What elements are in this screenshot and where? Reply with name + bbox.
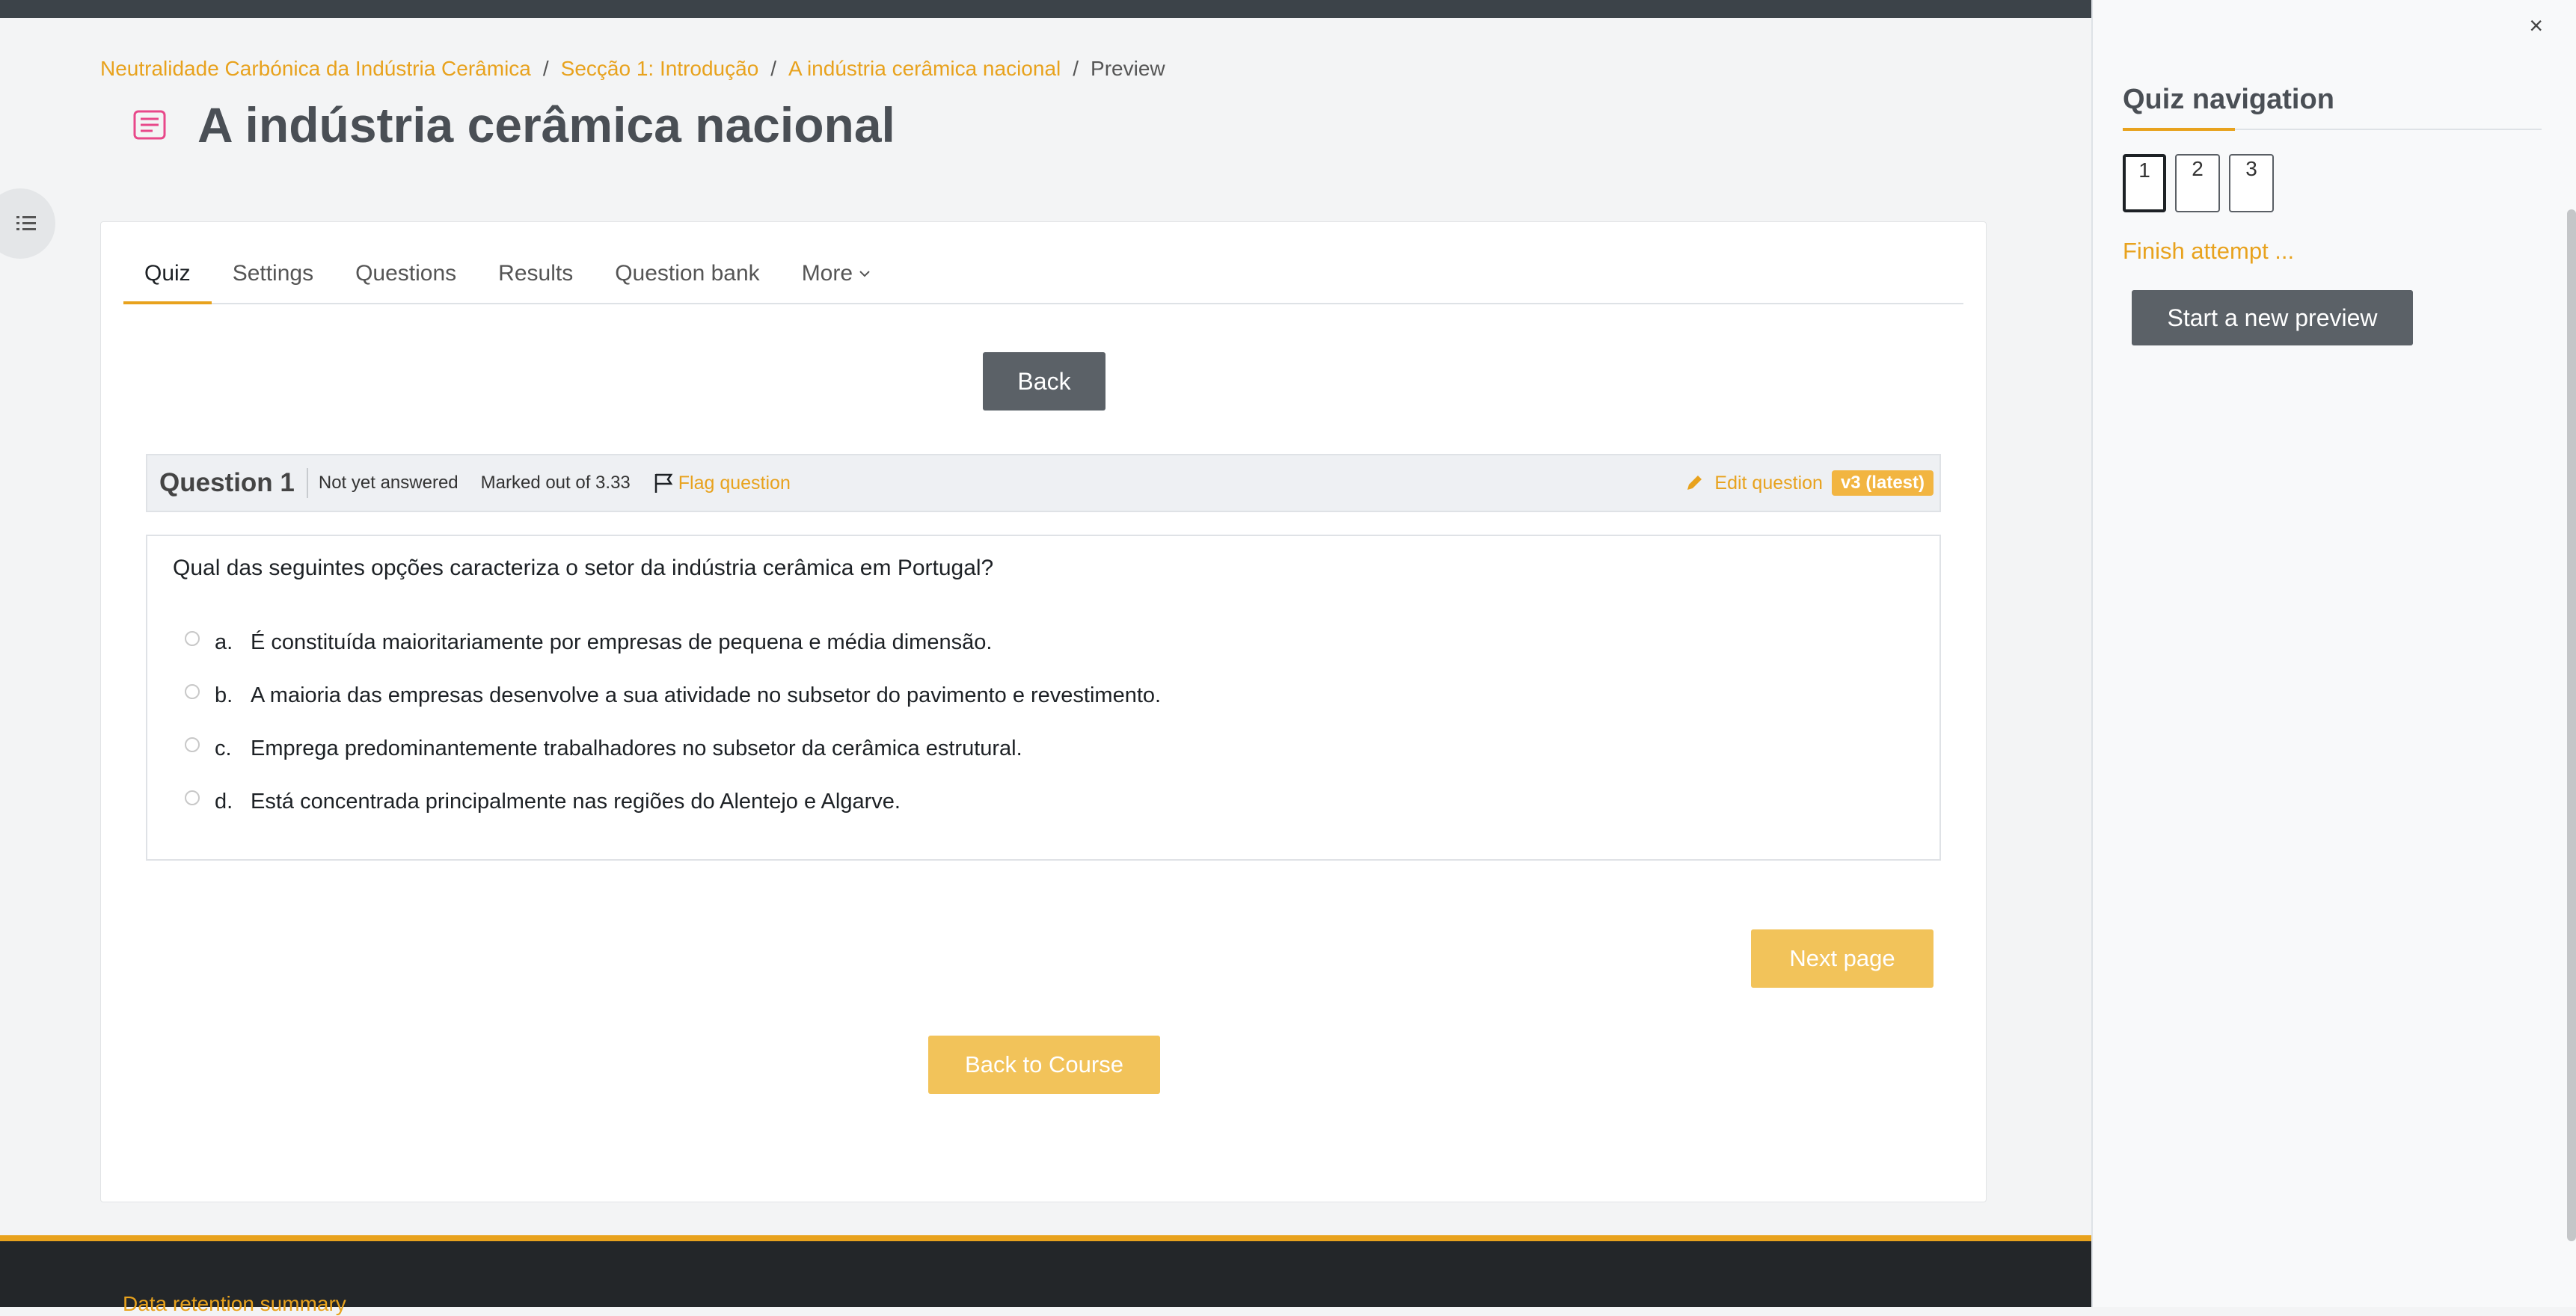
quiz-card: Quiz Settings Questions Results Question… <box>100 221 1987 1202</box>
tab-results[interactable]: Results <box>477 261 594 303</box>
version-badge: v3 (latest) <box>1831 470 1933 496</box>
flag-question-label: Flag question <box>678 472 791 494</box>
radio-button[interactable] <box>185 790 200 805</box>
question-state: Not yet answered <box>318 473 459 493</box>
tab-more[interactable]: More <box>781 261 892 303</box>
page-header: A indústria cerâmica nacional <box>132 100 895 150</box>
breadcrumb-separator: / <box>542 57 549 80</box>
scrollbar[interactable] <box>2567 209 2576 1241</box>
tab-label: Results <box>498 261 574 286</box>
quiz-icon <box>133 110 166 140</box>
tab-label: More <box>801 261 853 286</box>
question-nav-button-1[interactable]: 1 <box>2123 154 2166 212</box>
top-bar <box>0 0 2091 18</box>
flag-question-link[interactable]: Flag question <box>653 472 791 494</box>
list-icon <box>16 216 36 230</box>
quiz-navigation-drawer: × Quiz navigation 1 2 3 Finish attempt .… <box>2091 0 2576 1307</box>
tab-quiz[interactable]: Quiz <box>123 261 212 304</box>
radio-button[interactable] <box>185 737 200 752</box>
option-text: Emprega predominantemente trabalhadores … <box>251 737 1022 760</box>
pencil-icon <box>1687 476 1702 490</box>
chevron-down-icon <box>859 271 870 277</box>
main-content: Neutralidade Carbónica da Indústria Cerâ… <box>0 18 2091 1238</box>
question-grade: Marked out of 3.33 <box>480 473 631 493</box>
question-nav-button-3[interactable]: 3 <box>2229 154 2274 212</box>
close-icon[interactable]: × <box>2529 12 2543 40</box>
breadcrumb-separator: / <box>1073 57 1079 80</box>
question-body: Qual das seguintes opções caracteriza o … <box>146 535 1941 861</box>
back-to-course-button[interactable]: Back to Course <box>928 1036 1160 1094</box>
option-text: Está concentrada principalmente nas regi… <box>251 790 901 814</box>
tab-label: Question bank <box>615 261 760 286</box>
radio-button[interactable] <box>185 683 200 699</box>
tab-label: Questions <box>355 261 457 286</box>
question-number: Question 1 <box>147 468 308 498</box>
option-letter: b. <box>215 683 233 707</box>
option-text: A maioria das empresas desenvolve a sua … <box>251 683 1162 707</box>
page-footer: Data retention summary <box>0 1235 2091 1315</box>
question-nav-buttons: 1 2 3 <box>2123 154 2283 212</box>
data-retention-link[interactable]: Data retention summary <box>123 1292 346 1316</box>
back-button[interactable]: Back <box>983 352 1105 411</box>
breadcrumb-separator: / <box>770 57 777 80</box>
answer-option-a[interactable]: a. É constituída maioritariamente por em… <box>185 630 992 655</box>
question-nav-button-2[interactable]: 2 <box>2175 154 2220 212</box>
breadcrumb-current: Preview <box>1091 57 1165 80</box>
tab-questions[interactable]: Questions <box>334 261 477 303</box>
answer-option-c[interactable]: c. Emprega predominantemente trabalhador… <box>185 737 1022 761</box>
next-page-button[interactable]: Next page <box>1751 929 1933 988</box>
tab-question-bank[interactable]: Question bank <box>594 261 780 303</box>
breadcrumb-course[interactable]: Neutralidade Carbónica da Indústria Cerâ… <box>100 57 531 81</box>
option-text: É constituída maioritariamente por empre… <box>251 630 993 654</box>
start-new-preview-button[interactable]: Start a new preview <box>2132 290 2413 345</box>
answer-option-b[interactable]: b. A maioria das empresas desenvolve a s… <box>185 683 1161 708</box>
course-index-toggle[interactable] <box>0 188 55 259</box>
breadcrumb-quiz[interactable]: A indústria cerâmica nacional <box>788 57 1061 81</box>
option-letter: d. <box>215 790 233 814</box>
question-actions: Edit question v3 (latest) <box>1684 470 1933 496</box>
tab-label: Settings <box>232 261 314 286</box>
breadcrumb: Neutralidade Carbónica da Indústria Cerâ… <box>100 57 1165 81</box>
tab-settings[interactable]: Settings <box>212 261 334 303</box>
radio-button[interactable] <box>185 630 200 646</box>
tab-label: Quiz <box>144 261 191 286</box>
answer-option-d[interactable]: d. Está concentrada principalmente nas r… <box>185 790 901 814</box>
finish-attempt-link[interactable]: Finish attempt ... <box>2123 238 2294 265</box>
flag-icon <box>654 473 673 493</box>
title-accent-bar <box>2123 128 2235 131</box>
edit-question-label: Edit question <box>1714 472 1823 494</box>
page-title: A indústria cerâmica nacional <box>197 97 895 153</box>
edit-question-link[interactable]: Edit question <box>1684 473 1823 494</box>
option-letter: c. <box>215 737 232 760</box>
question-info-bar: Question 1 Not yet answered Marked out o… <box>146 454 1941 512</box>
quiz-navigation-title: Quiz navigation <box>2123 84 2334 115</box>
breadcrumb-section[interactable]: Secção 1: Introdução <box>561 57 759 81</box>
question-text: Qual das seguintes opções caracteriza o … <box>173 556 994 580</box>
tab-bar: Quiz Settings Questions Results Question… <box>123 222 1963 304</box>
option-letter: a. <box>215 630 233 654</box>
